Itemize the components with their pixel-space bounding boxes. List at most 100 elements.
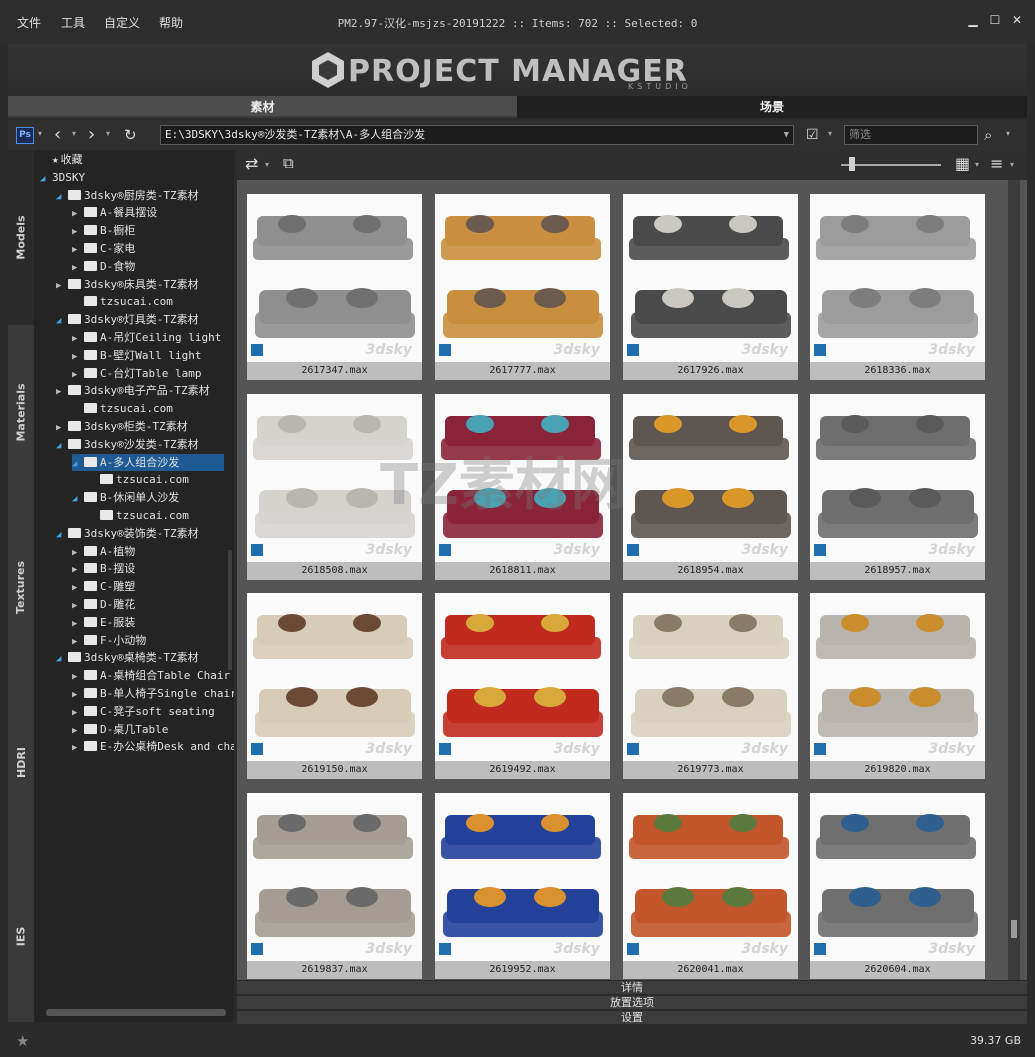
forward-dropdown-icon[interactable]: ▾ (106, 129, 110, 138)
expanded-arrow-icon[interactable]: ◢ (72, 456, 84, 473)
tree-vertical-scrollbar[interactable] (228, 550, 232, 670)
side-tab-textures[interactable]: Textures (8, 500, 34, 675)
collapsed-arrow-icon[interactable]: ▶ (72, 598, 84, 615)
asset-thumbnail[interactable]: 3dsky 2618336.max (810, 194, 985, 380)
collapsed-arrow-icon[interactable]: ▶ (56, 278, 68, 295)
collapsed-arrow-icon[interactable]: ▶ (72, 260, 84, 277)
asset-thumbnail[interactable]: 3dsky 2619773.max (623, 593, 798, 779)
asset-thumbnail[interactable]: 3dsky 2618957.max (810, 394, 985, 580)
asset-thumbnail[interactable]: 3dsky 2620604.max (810, 793, 985, 979)
collapsed-arrow-icon[interactable]: ▶ (72, 687, 84, 704)
asset-thumbnail[interactable]: 3dsky 2618954.max (623, 394, 798, 580)
ps-dropdown-icon[interactable]: ▾ (38, 129, 42, 138)
collapsed-arrow-icon[interactable]: ▶ (72, 206, 84, 223)
tree-node[interactable]: ★ 收藏 (40, 151, 83, 168)
tree-node[interactable]: ▶ B-摆设 (72, 560, 135, 577)
tree-node[interactable]: ▶ C-凳子soft seating (72, 703, 215, 720)
asset-thumbnail[interactable]: 3dsky 2620041.max (623, 793, 798, 979)
tree-node[interactable]: ▶ A-桌椅组合Table Chair (72, 667, 230, 684)
collapsed-arrow-icon[interactable]: ▶ (72, 242, 84, 259)
collapsed-arrow-icon[interactable]: ▶ (72, 562, 84, 579)
expanded-arrow-icon[interactable]: ◢ (56, 438, 68, 455)
tree-node[interactable]: ▶ B-单人椅子Single chair (72, 685, 234, 702)
back-dropdown-icon[interactable]: ▾ (72, 129, 76, 138)
asset-thumbnail[interactable]: 3dsky 2619837.max (247, 793, 422, 979)
tree-node[interactable]: ◢ 3dsky®沙发类-TZ素材 (56, 436, 199, 453)
expanded-arrow-icon[interactable]: ◢ (40, 171, 52, 188)
search-icon[interactable]: ⌕ (984, 126, 992, 144)
collapsed-arrow-icon[interactable]: ▶ (72, 634, 84, 651)
placement-panel-header[interactable]: 放置选项 (237, 995, 1027, 1009)
collapsed-arrow-icon[interactable]: ▶ (72, 669, 84, 686)
filter-input[interactable]: 筛选 (844, 125, 978, 145)
side-tab-materials[interactable]: Materials (8, 325, 34, 500)
tree-node[interactable]: ▶ C-台灯Table lamp (72, 365, 201, 382)
side-tab-ies[interactable]: IES (8, 850, 34, 1022)
expanded-arrow-icon[interactable]: ◢ (56, 651, 68, 668)
minimize-button[interactable]: ▁ (966, 13, 980, 27)
collapsed-arrow-icon[interactable]: ▶ (56, 384, 68, 401)
tree-horizontal-scrollbar[interactable] (46, 1009, 226, 1016)
tree-node[interactable]: ▶ 3dsky®床具类-TZ素材 (56, 276, 199, 293)
expanded-arrow-icon[interactable]: ◢ (56, 189, 68, 206)
asset-thumbnail[interactable]: 3dsky 2619150.max (247, 593, 422, 779)
maximize-button[interactable]: ☐ (988, 13, 1002, 27)
tree-node[interactable]: ▶ B-壁灯Wall light (72, 347, 201, 364)
tree-node[interactable]: ▶ D-食物 (72, 258, 135, 275)
tree-node[interactable]: ▶ C-雕塑 (72, 578, 135, 595)
cube-icon[interactable]: ⧉ (283, 154, 294, 172)
sync-dropdown-icon[interactable]: ▾ (265, 160, 269, 169)
sync-icon[interactable]: ⇄ (245, 154, 258, 173)
asset-thumbnail[interactable]: 3dsky 2617926.max (623, 194, 798, 380)
tree-node[interactable]: tzsucai.com (72, 293, 173, 310)
checklist-dropdown-icon[interactable]: ▾ (828, 129, 832, 138)
collapsed-arrow-icon[interactable]: ▶ (72, 723, 84, 740)
tree-node[interactable]: ▶ 3dsky®电子产品-TZ素材 (56, 382, 210, 399)
star-icon[interactable]: ★ (16, 1032, 29, 1050)
tab-assets[interactable]: 素材 (8, 96, 517, 118)
expanded-arrow-icon[interactable]: ◢ (56, 313, 68, 330)
collapsed-arrow-icon[interactable]: ▶ (72, 349, 84, 366)
asset-thumbnail[interactable]: 3dsky 2619952.max (435, 793, 610, 979)
path-dropdown-icon[interactable]: ▼ (784, 126, 789, 144)
tree-node[interactable]: ▶ A-吊灯Ceiling light (72, 329, 221, 346)
side-tab-models[interactable]: Models (8, 150, 34, 325)
tree-node[interactable]: ▶ B-橱柜 (72, 222, 135, 239)
tree-node[interactable]: ◢ A-多人组合沙发 (72, 453, 224, 473)
search-dropdown-icon[interactable]: ▾ (1006, 129, 1010, 138)
path-input[interactable]: E:\3DSKY\3dsky®沙发类-TZ素材\A-多人组合沙发 ▼ (160, 125, 794, 145)
tree-node[interactable]: ▶ E-办公桌椅Desk and chair (72, 738, 234, 755)
settings-panel-header[interactable]: 设置 (237, 1010, 1027, 1024)
tree-node[interactable]: ◢ 3dsky®桌椅类-TZ素材 (56, 649, 199, 666)
collapsed-arrow-icon[interactable]: ▶ (72, 580, 84, 597)
sort-icon[interactable]: ≡ (990, 154, 1003, 173)
asset-thumbnail[interactable]: 3dsky 2619820.max (810, 593, 985, 779)
tree-node[interactable]: ▶ A-餐具摆设 (72, 204, 157, 221)
close-button[interactable]: ✕ (1010, 13, 1024, 27)
tree-node[interactable]: ◢ 3dsky®装饰类-TZ素材 (56, 525, 199, 542)
expanded-arrow-icon[interactable]: ◢ (72, 491, 84, 508)
collapsed-arrow-icon[interactable]: ▶ (72, 740, 84, 757)
slider-handle[interactable] (849, 157, 855, 171)
forward-icon[interactable]: › (88, 124, 95, 145)
collapsed-arrow-icon[interactable]: ▶ (72, 545, 84, 562)
collapsed-arrow-icon[interactable]: ▶ (72, 705, 84, 722)
tree-node[interactable]: ◢ 3dsky®厨房类-TZ素材 (56, 187, 199, 204)
tree-node[interactable]: tzsucai.com (88, 471, 189, 488)
collapsed-arrow-icon[interactable]: ▶ (72, 616, 84, 633)
collapsed-arrow-icon[interactable]: ▶ (56, 420, 68, 437)
tree-node[interactable]: ▶ A-植物 (72, 543, 135, 560)
expanded-arrow-icon[interactable]: ◢ (56, 527, 68, 544)
photoshop-icon[interactable]: Ps (16, 127, 34, 144)
checklist-icon[interactable]: ☑ (806, 127, 819, 143)
tree-node[interactable]: ◢ 3DSKY (40, 169, 85, 186)
collapsed-arrow-icon[interactable]: ▶ (72, 224, 84, 241)
refresh-icon[interactable]: ↻ (124, 126, 137, 144)
details-panel-header[interactable]: 详情 (237, 980, 1027, 994)
tab-scenes[interactable]: 场景 (517, 96, 1027, 118)
tree-node[interactable]: tzsucai.com (88, 507, 189, 524)
side-tab-hdri[interactable]: HDRI (8, 675, 34, 850)
thumbnail-size-slider[interactable] (841, 164, 941, 166)
grid-scroll-thumb[interactable] (1011, 920, 1017, 938)
tree-node[interactable]: ▶ F-小动物 (72, 632, 146, 649)
